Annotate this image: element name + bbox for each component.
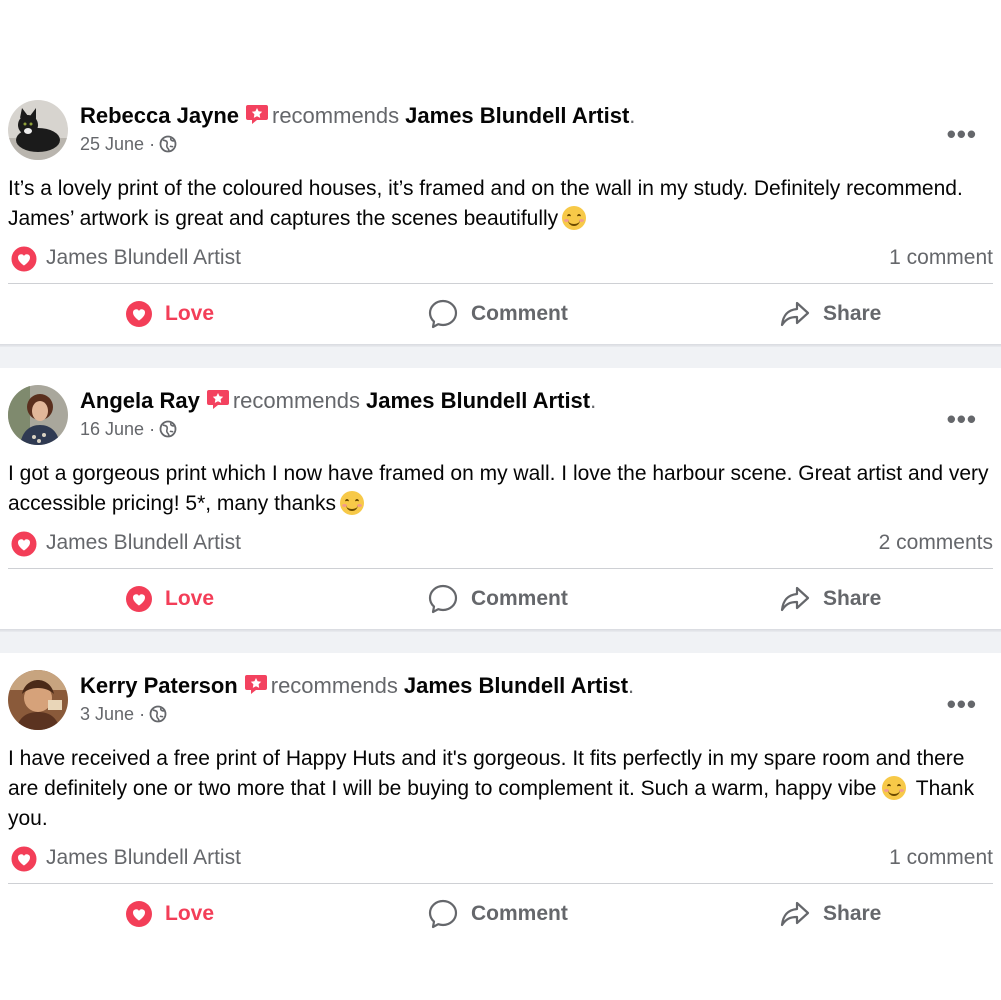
comment-label: Comment [471, 302, 568, 325]
author-name[interactable]: Kerry Paterson [80, 673, 238, 698]
comment-bubble-icon [428, 299, 458, 329]
post-stats: James Blundell Artist 2 comments [8, 527, 993, 559]
comment-button[interactable]: Comment [427, 889, 568, 939]
page-name-link[interactable]: James Blundell Artist [404, 673, 628, 698]
page-name-link[interactable]: James Blundell Artist [405, 103, 629, 128]
globe-icon [159, 420, 177, 444]
love-reaction-icon[interactable] [10, 245, 38, 279]
post-text: I got a gorgeous print which I now have … [8, 459, 993, 519]
page-suffix: . [628, 673, 635, 698]
comment-label: Comment [471, 587, 568, 610]
recommendation-badge-icon [245, 102, 269, 133]
divider [8, 883, 993, 884]
love-button[interactable]: Love [125, 289, 214, 339]
comment-count[interactable]: 1 comment [889, 246, 993, 270]
review-post: Rebecca Jayne recommends James Blundell Ar… [0, 100, 1001, 344]
share-button[interactable]: Share [779, 889, 881, 939]
post-date[interactable]: 25 June [80, 134, 144, 154]
smiling-blush-emoji-icon [562, 206, 587, 230]
grinning-emoji-icon [882, 776, 907, 800]
recommends-text: recommends [232, 388, 360, 413]
page-suffix: . [590, 388, 597, 413]
more-options-button[interactable]: ••• [947, 406, 977, 432]
love-reaction-icon[interactable] [10, 530, 38, 564]
comment-bubble-icon [428, 584, 458, 614]
avatar[interactable] [8, 100, 68, 160]
reaction-label[interactable]: James Blundell Artist [46, 531, 241, 555]
post-text: I have received a free print of Happy Hu… [8, 744, 993, 834]
share-arrow-icon [780, 901, 810, 927]
date-separator: · [149, 134, 156, 154]
author-name[interactable]: Rebecca Jayne [80, 103, 239, 128]
love-label: Love [165, 302, 215, 325]
more-options-button[interactable]: ••• [947, 691, 977, 717]
heart-icon [126, 901, 152, 927]
comment-label: Comment [471, 902, 568, 925]
post-date[interactable]: 3 June [80, 704, 134, 724]
recommendation-badge-icon [206, 387, 230, 418]
share-button[interactable]: Share [779, 574, 881, 624]
post-header: Kerry Paterson recommends James Blundell A… [8, 670, 993, 734]
heart-icon [126, 586, 152, 612]
post-text-content: It’s a lovely print of the coloured hous… [8, 177, 963, 230]
author-name[interactable]: Angela Ray [80, 388, 200, 413]
globe-icon [159, 135, 177, 159]
page-suffix: . [629, 103, 636, 128]
reaction-label[interactable]: James Blundell Artist [46, 246, 241, 270]
comment-button[interactable]: Comment [427, 574, 568, 624]
comment-button[interactable]: Comment [427, 289, 568, 339]
more-options-button[interactable]: ••• [947, 121, 977, 147]
feed-separator [0, 347, 1001, 368]
comment-bubble-icon [428, 899, 458, 929]
recommends-text: recommends [272, 103, 400, 128]
action-bar: Love Comment Share [0, 574, 1001, 624]
feed-separator [0, 632, 1001, 653]
date-separator: · [139, 704, 146, 724]
date-separator: · [149, 419, 156, 439]
divider [8, 283, 993, 284]
review-post: Kerry Paterson recommends James Blundell A… [0, 670, 1001, 940]
page-name-link[interactable]: James Blundell Artist [366, 388, 590, 413]
post-stats: James Blundell Artist 1 comment [8, 842, 993, 874]
share-button[interactable]: Share [779, 289, 881, 339]
action-bar: Love Comment Share [0, 289, 1001, 339]
reaction-label[interactable]: James Blundell Artist [46, 846, 241, 870]
avatar[interactable] [8, 385, 68, 445]
action-bar: Love Comment Share [0, 889, 1001, 939]
share-label: Share [823, 902, 882, 925]
love-reaction-icon[interactable] [10, 845, 38, 879]
recommendation-badge-icon [244, 672, 268, 703]
post-stats: James Blundell Artist 1 comment [8, 242, 993, 274]
post-header: Angela Ray recommends James Blundell Artis… [8, 385, 993, 449]
comment-count[interactable]: 1 comment [889, 846, 993, 870]
avatar[interactable] [8, 670, 68, 730]
share-label: Share [823, 587, 882, 610]
post-header: Rebecca Jayne recommends James Blundell Ar… [8, 100, 993, 164]
love-button[interactable]: Love [125, 574, 214, 624]
review-post: Angela Ray recommends James Blundell Artis… [0, 385, 1001, 629]
post-text-content: I got a gorgeous print which I now have … [8, 462, 989, 515]
share-label: Share [823, 302, 882, 325]
post-date[interactable]: 16 June [80, 419, 144, 439]
heart-icon [126, 301, 152, 327]
comment-count[interactable]: 2 comments [879, 531, 993, 555]
divider [8, 568, 993, 569]
love-label: Love [165, 587, 215, 610]
love-label: Love [165, 902, 215, 925]
globe-icon [149, 705, 167, 729]
share-arrow-icon [780, 586, 810, 612]
recommends-text: recommends [270, 673, 398, 698]
share-arrow-icon [780, 301, 810, 327]
smiling-blush-emoji-icon [340, 491, 364, 515]
post-text-content: I have received a free print of Happy Hu… [8, 747, 965, 800]
post-text: It’s a lovely print of the coloured hous… [8, 174, 993, 234]
love-button[interactable]: Love [125, 889, 214, 939]
